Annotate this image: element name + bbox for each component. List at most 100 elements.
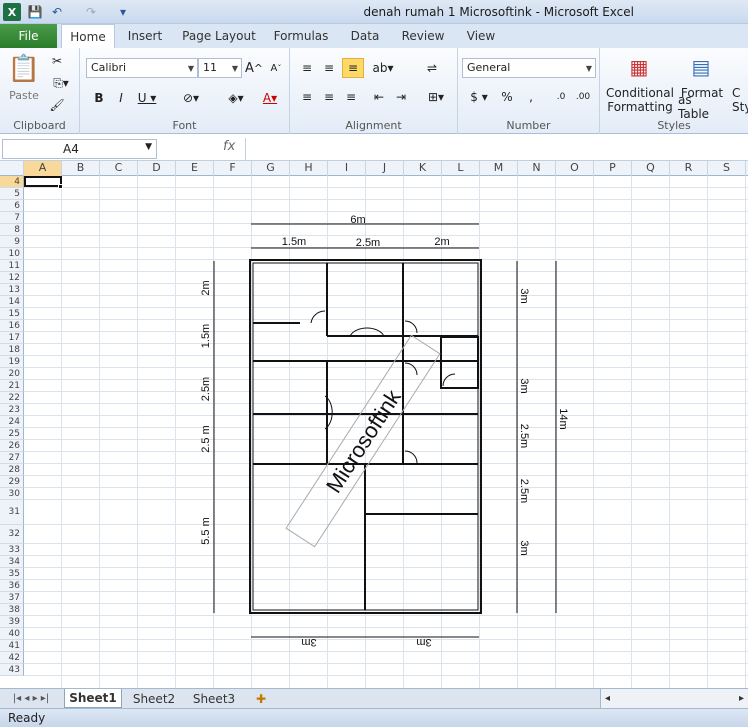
paste-button[interactable]: Paste — [4, 88, 44, 102]
chevron-down-icon: ▼ — [145, 142, 152, 152]
window-title: denah rumah 1 Microsoftink - Microsoft E… — [363, 5, 635, 19]
tab-file[interactable]: File — [0, 24, 57, 48]
dim-right-4: 3m — [518, 540, 530, 555]
tab-page-layout[interactable]: Page Layout — [178, 24, 260, 48]
percent-icon[interactable]: % — [498, 88, 516, 106]
tab-sheet2[interactable]: Sheet2 — [126, 689, 182, 708]
conditional-formatting-button-line2[interactable]: Formatting — [602, 100, 678, 114]
dim-right-0: 3m — [518, 288, 530, 303]
dim-left-3: 2.5 m — [200, 425, 212, 453]
alignment-group: ≡ ≡ ≡ ab▾ ⇌ ≡ ≡ ≡ ⇤ ⇥ ⊞▾ Alignment — [290, 48, 458, 134]
tab-formulas[interactable]: Formulas — [270, 24, 332, 48]
tab-view[interactable]: View — [460, 24, 502, 48]
number-label: Number — [506, 119, 551, 132]
dim-right-1: 3m — [518, 378, 530, 393]
chevron-down-icon: ▼ — [187, 64, 194, 73]
font-group: Calibri ▼ 11 ▼ A ^ Aˇ B I U ▾ ⊘▾ ◈▾ A▾ Font — [80, 48, 290, 134]
increase-decimal-icon[interactable]: .0 — [550, 88, 572, 106]
italic-button[interactable]: I — [112, 88, 130, 108]
status-text: Ready — [8, 711, 46, 725]
grow-font-icon[interactable]: A ^ — [244, 58, 264, 78]
styles-label: Styles — [657, 119, 691, 132]
conditional-formatting-icon[interactable]: ▦ — [624, 52, 654, 82]
formula-bar: A4 ▼ fx — [0, 135, 748, 161]
borders-icon[interactable]: ⊘▾ — [178, 88, 204, 108]
name-box-value: A4 — [63, 142, 79, 156]
format-as-table-icon[interactable]: ▤ — [686, 52, 716, 82]
tab-data[interactable]: Data — [342, 24, 388, 48]
status-bar: Ready — [0, 708, 748, 727]
dim-bottom-left: 3m — [301, 636, 316, 648]
sheet-tabs-bar: |◂ ◂ ▸ ▸| Sheet1 Sheet2 Sheet3 ✚ ◂ ▸ — [0, 688, 748, 708]
font-size-value: 11 — [203, 61, 217, 74]
alignment-label: Alignment — [345, 119, 402, 132]
chevron-down-icon: ▼ — [231, 64, 238, 73]
scroll-right-icon[interactable]: ▸ — [739, 693, 744, 704]
tab-insert[interactable]: Insert — [122, 24, 168, 48]
dim-bottom-right: 3m — [416, 636, 431, 648]
fill-color-icon[interactable]: ◈▾ — [222, 88, 250, 108]
align-center-icon[interactable]: ≡ — [320, 88, 338, 106]
dim-left-0: 2m — [200, 280, 212, 295]
font-size-combo[interactable]: 11 ▼ — [198, 58, 242, 78]
dim-left-2: 2.5m — [200, 377, 212, 401]
clipboard-group: 📋 Paste ✂ ⎘▾ 🖌 Clipboard — [0, 48, 80, 134]
font-color-icon[interactable]: A▾ — [256, 88, 284, 108]
format-painter-icon[interactable]: 🖌 — [48, 96, 66, 114]
cut-icon[interactable]: ✂ — [48, 52, 66, 70]
scroll-left-icon[interactable]: ◂ — [605, 693, 610, 704]
watermark-text: Microsoftink — [321, 384, 406, 497]
dim-top-c: 2m — [434, 236, 449, 248]
dim-right-2: 2.5m — [518, 424, 530, 448]
horizontal-scrollbar[interactable]: ◂ ▸ — [600, 689, 748, 708]
align-bottom-icon[interactable]: ≡ — [342, 58, 364, 78]
styles-group: ▦ Conditional Formatting ▤ Format as Tab… — [600, 48, 748, 134]
align-right-icon[interactable]: ≡ — [342, 88, 360, 106]
dim-left-4: 5.5 m — [200, 517, 212, 545]
title-bar: X 💾 ↶ ↷ ▾ denah rumah 1 Microsoftink - M… — [0, 0, 748, 24]
align-middle-icon[interactable]: ≡ — [320, 60, 338, 76]
name-box[interactable]: A4 ▼ — [2, 139, 157, 159]
dim-right-3: 2.5m — [518, 479, 530, 503]
copy-icon[interactable]: ⎘▾ — [48, 74, 74, 92]
sheet-nav-arrows-icon[interactable]: |◂ ◂ ▸ ▸| — [4, 689, 58, 708]
insert-function-icon[interactable]: fx — [223, 139, 235, 154]
decrease-decimal-icon[interactable]: .00 — [572, 88, 594, 106]
ribbon-tabs: File Home Insert Page Layout Formulas Da… — [0, 24, 748, 49]
tab-home[interactable]: Home — [61, 24, 115, 49]
dim-top-b: 2.5m — [356, 237, 380, 249]
align-top-icon[interactable]: ≡ — [298, 60, 316, 76]
cell-styles-button[interactable]: C — [732, 86, 748, 100]
orientation-icon[interactable]: ab▾ — [370, 60, 396, 76]
conditional-formatting-button[interactable]: Conditional — [602, 86, 678, 100]
number-format-combo[interactable]: General ▼ — [462, 58, 596, 78]
font-label: Font — [172, 119, 197, 132]
font-name-value: Calibri — [91, 61, 127, 74]
excel-window: X 💾 ↶ ↷ ▾ denah rumah 1 Microsoftink - M… — [0, 0, 748, 727]
insert-sheet-icon[interactable]: ✚ — [250, 689, 272, 708]
floor-plan-drawing: Microsoftink 6m 1.5m 2.5m 2m 2m 1.5m 2.5… — [200, 214, 569, 648]
worksheet-grid[interactable]: ABCDEFGHIJKLMNOPQRS 4 5 6 7 8 9 10 11 12 13 14 15 16… — [0, 161, 748, 688]
number-format-value: General — [467, 61, 511, 74]
comma-style-icon[interactable]: , — [522, 88, 540, 106]
format-as-table-button-line2[interactable]: as Table — [678, 93, 726, 121]
tab-sheet1[interactable]: Sheet1 — [64, 689, 122, 708]
shrink-font-icon[interactable]: Aˇ — [266, 58, 286, 78]
cell-styles-button-line2[interactable]: Sty — [732, 100, 748, 114]
font-name-combo[interactable]: Calibri ▼ — [86, 58, 198, 78]
chevron-down-icon: ▼ — [585, 64, 592, 73]
tab-sheet3[interactable]: Sheet3 — [186, 689, 242, 708]
clipboard-label: Clipboard — [13, 119, 66, 132]
align-left-icon[interactable]: ≡ — [298, 88, 316, 106]
wrap-text-icon[interactable]: ⇌ — [422, 58, 442, 78]
increase-indent-icon[interactable]: ⇥ — [392, 88, 410, 106]
ribbon: 📋 Paste ✂ ⎘▾ 🖌 Clipboard Calibri ▼ 11 ▼ A ^… — [0, 48, 748, 134]
bold-button[interactable]: B — [90, 88, 108, 108]
underline-button[interactable]: U ▾ — [134, 88, 160, 108]
tab-review[interactable]: Review — [398, 24, 448, 48]
merge-center-icon[interactable]: ⊞▾ — [422, 88, 450, 106]
currency-icon[interactable]: $ ▾ — [466, 88, 492, 106]
paste-icon[interactable]: 📋 — [8, 52, 40, 86]
formula-input[interactable] — [245, 138, 748, 160]
decrease-indent-icon[interactable]: ⇤ — [370, 88, 388, 106]
